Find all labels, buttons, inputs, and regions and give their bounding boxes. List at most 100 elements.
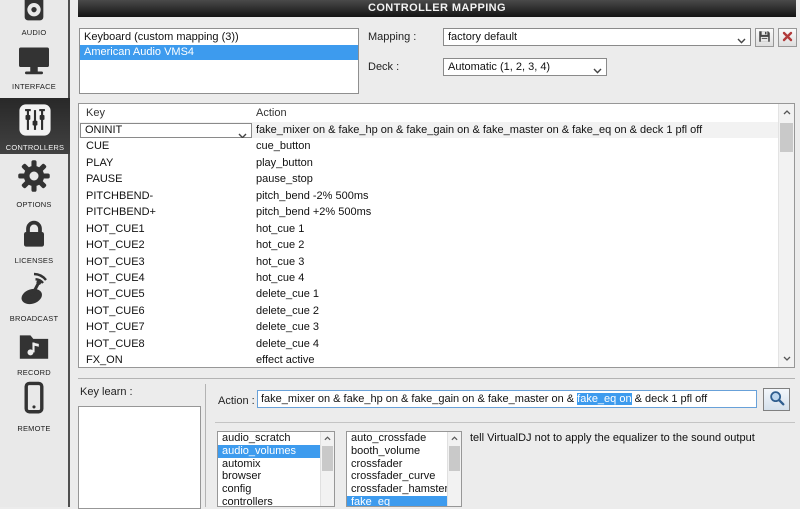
save-mapping-button[interactable] (755, 28, 774, 47)
column-header-action[interactable]: Action (256, 104, 287, 122)
mapping-dropdown-value: factory default (448, 31, 517, 43)
table-scrollbar[interactable] (778, 104, 794, 367)
sliders-icon (18, 103, 52, 140)
speaker-icon (18, 0, 50, 25)
action-cell: delete_cue 2 (256, 303, 778, 319)
sidebar-item-remote[interactable]: REMOTE (0, 380, 68, 433)
action-item[interactable]: booth_volume (347, 445, 448, 458)
table-row[interactable]: HOT_CUE3hot_cue 3 (79, 254, 778, 270)
sidebar-item-label: AUDIO (22, 28, 47, 37)
table-row[interactable]: HOT_CUE2hot_cue 2 (79, 237, 778, 253)
action-cell: hot_cue 2 (256, 237, 778, 253)
action-cell: fake_mixer on & fake_hp on & fake_gain o… (256, 122, 778, 138)
table-row[interactable]: ONINIT fake_mixer on & fake_hp on & fake_… (79, 122, 778, 138)
sidebar-item-label: LICENSES (15, 256, 54, 265)
delete-mapping-button[interactable] (778, 28, 797, 47)
action-cell: effect active (256, 352, 778, 367)
sidebar-item-label: CONTROLLERS (6, 143, 64, 152)
category-item[interactable]: audio_volumes (218, 445, 321, 458)
category-list-scrollbar[interactable] (320, 432, 334, 506)
sidebar-item-broadcast[interactable]: BROADCAST (0, 270, 68, 323)
phone-icon (17, 380, 51, 421)
deck-dropdown[interactable]: Automatic (1, 2, 3, 4) (443, 58, 607, 76)
mapping-dropdown[interactable]: factory default (443, 28, 751, 46)
table-row[interactable]: HOT_CUE6delete_cue 2 (79, 303, 778, 319)
table-row[interactable]: HOT_CUE1hot_cue 1 (79, 221, 778, 237)
key-cell: HOT_CUE4 (79, 270, 256, 286)
key-learn-label: Key learn : (80, 386, 133, 398)
search-action-button[interactable] (763, 388, 790, 411)
device-item[interactable]: Keyboard (custom mapping (3)) (80, 30, 358, 45)
mapping-table-body: ONINIT fake_mixer on & fake_hp on & fake_… (79, 122, 778, 367)
key-dropdown[interactable]: ONINIT (80, 123, 252, 138)
scrollbar-thumb[interactable] (780, 123, 793, 152)
table-row[interactable]: CUEcue_button (79, 138, 778, 154)
action-item[interactable]: crossfader_hamster (347, 483, 448, 496)
action-item[interactable]: crossfader_curve (347, 470, 448, 483)
key-cell: FX_ON (79, 352, 256, 367)
action-input[interactable]: fake_mixer on & fake_hp on & fake_gain o… (257, 390, 757, 408)
category-item[interactable]: automix (218, 458, 321, 471)
action-cell: hot_cue 4 (256, 270, 778, 286)
sidebar-item-controllers[interactable]: CONTROLLERS (0, 98, 70, 154)
action-list-scrollbar[interactable] (447, 432, 461, 506)
page-title: CONTROLLER MAPPING (78, 0, 796, 17)
chevron-down-icon (593, 65, 602, 77)
key-cell: HOT_CUE6 (79, 303, 256, 319)
scroll-up-icon[interactable] (448, 432, 460, 444)
action-label: Action : (218, 395, 255, 407)
sidebar-item-licenses[interactable]: LICENSES (0, 218, 68, 265)
table-row[interactable]: PLAYplay_button (79, 155, 778, 171)
table-row[interactable]: FX_ONeffect active (79, 352, 778, 367)
device-item[interactable]: American Audio VMS4 (80, 45, 358, 60)
column-header-key[interactable]: Key (79, 104, 256, 122)
category-item[interactable]: audio_scratch (218, 432, 321, 445)
sidebar-item-label: OPTIONS (16, 200, 51, 209)
category-item[interactable]: controllers (218, 496, 321, 507)
action-text-after: & deck 1 pfl off (632, 393, 708, 405)
sidebar-item-label: RECORD (17, 368, 51, 377)
action-name-list[interactable]: auto_crossfadebooth_volumecrossfadercros… (346, 431, 462, 507)
table-row[interactable]: HOT_CUE5delete_cue 1 (79, 286, 778, 302)
scrollbar-thumb[interactable] (449, 446, 460, 471)
action-text-selected: fake_eq on (577, 393, 631, 405)
table-row[interactable]: PAUSEpause_stop (79, 171, 778, 187)
sidebar-item-record[interactable]: RECORD (0, 330, 68, 377)
device-list[interactable]: Keyboard (custom mapping (3))American Au… (79, 28, 359, 94)
key-cell: ONINIT (79, 122, 256, 138)
scrollbar-thumb[interactable] (322, 446, 333, 471)
sidebar-item-options[interactable]: OPTIONS (0, 158, 68, 209)
table-row[interactable]: PITCHBEND-pitch_bend -2% 500ms (79, 188, 778, 204)
key-cell: HOT_CUE2 (79, 237, 256, 253)
scroll-down-icon[interactable] (779, 351, 794, 366)
key-cell: PLAY (79, 155, 256, 171)
action-cell: hot_cue 1 (256, 221, 778, 237)
key-cell: PITCHBEND+ (79, 204, 256, 220)
action-cell: delete_cue 4 (256, 336, 778, 352)
action-item[interactable]: crossfader (347, 458, 448, 471)
category-item[interactable]: browser (218, 470, 321, 483)
action-cell: play_button (256, 155, 778, 171)
category-item[interactable]: config (218, 483, 321, 496)
scroll-up-icon[interactable] (321, 432, 333, 444)
broadcast-icon (16, 270, 52, 311)
key-learn-box[interactable] (78, 406, 201, 509)
table-row[interactable]: HOT_CUE7delete_cue 3 (79, 319, 778, 335)
deck-label: Deck : (368, 61, 399, 73)
gear-icon (16, 158, 52, 197)
chevron-down-icon (238, 128, 247, 139)
action-item[interactable]: fake_eq (347, 496, 448, 507)
action-item[interactable]: auto_crossfade (347, 432, 448, 445)
table-row[interactable]: HOT_CUE8delete_cue 4 (79, 336, 778, 352)
mapping-label: Mapping : (368, 31, 416, 43)
table-header: Key Action (79, 104, 794, 123)
action-cell: cue_button (256, 138, 778, 154)
action-cell: delete_cue 1 (256, 286, 778, 302)
action-cell: pause_stop (256, 171, 778, 187)
sidebar-item-interface[interactable]: INTERFACE (0, 46, 68, 91)
table-row[interactable]: PITCHBEND+pitch_bend +2% 500ms (79, 204, 778, 220)
scroll-up-icon[interactable] (779, 105, 794, 120)
sidebar-item-audio[interactable]: AUDIO (0, 0, 68, 37)
table-row[interactable]: HOT_CUE4hot_cue 4 (79, 270, 778, 286)
action-category-list[interactable]: audio_scratchaudio_volumesautomixbrowser… (217, 431, 335, 507)
